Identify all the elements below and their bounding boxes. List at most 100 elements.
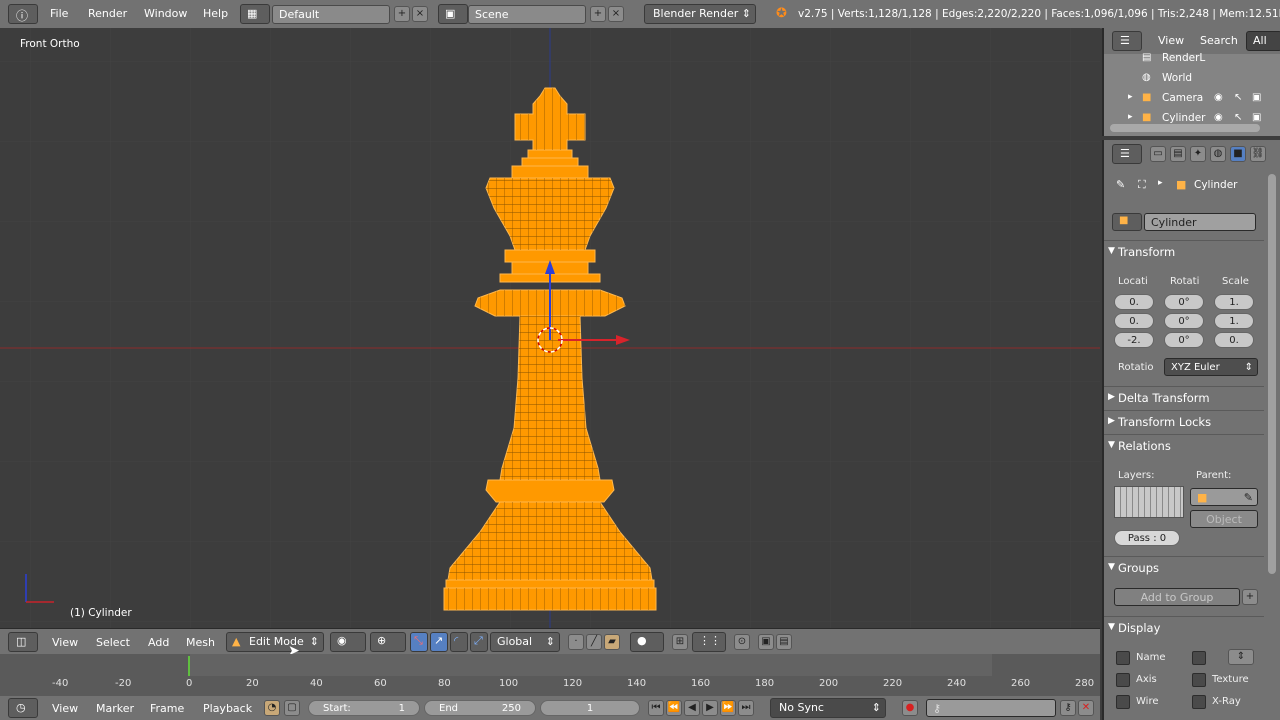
vertex-select-mode-icon[interactable]: · (568, 634, 584, 650)
face-select-mode-icon[interactable]: ▰ (604, 634, 620, 650)
object-browse-button[interactable]: ■ (1112, 213, 1142, 231)
layers-grid[interactable] (1114, 486, 1184, 518)
rotation-y-field[interactable]: 0° (1164, 313, 1204, 329)
relations-panel-header[interactable]: ▼ Relations (1104, 434, 1264, 457)
transform-locks-panel-header[interactable]: ▶ Transform Locks (1104, 410, 1264, 433)
select-menu[interactable]: Select (96, 636, 130, 649)
menu-window[interactable]: Window (144, 7, 187, 20)
snap-element-dropdown[interactable]: ⋮⋮ (692, 632, 726, 652)
add-to-group-button[interactable]: Add to Group (1114, 588, 1240, 606)
viewport-canvas[interactable] (0, 28, 1100, 628)
outliner-item[interactable]: ▤ RenderL (1128, 52, 1278, 70)
menu-render[interactable]: Render (88, 7, 127, 20)
cursor-select-icon[interactable]: ↖ (1234, 92, 1242, 103)
snap-toggle-icon[interactable]: ⊞ (672, 634, 688, 650)
prev-keyframe-icon[interactable]: ⏪ (666, 700, 682, 716)
cursor-select-icon[interactable]: ↖ (1234, 112, 1242, 123)
manipulator-toggle[interactable]: ⤡ (410, 632, 428, 652)
constraints-tab-icon[interactable]: ⛓ (1250, 146, 1266, 162)
display-xray-checkbox[interactable] (1192, 695, 1206, 709)
marker-menu[interactable]: Marker (96, 702, 134, 715)
delta-transform-panel-header[interactable]: ▶ Delta Transform (1104, 386, 1264, 409)
scale-manipulator-button[interactable]: ⤢ (470, 632, 488, 652)
render-engine-dropdown[interactable]: Blender Render ⇕ (644, 4, 756, 24)
rotation-z-field[interactable]: 0° (1164, 332, 1204, 348)
frame-menu[interactable]: Frame (150, 702, 184, 715)
pin-icon[interactable]: ✎ (1116, 178, 1125, 191)
parent-field[interactable]: ■ ✎ (1190, 488, 1258, 506)
menu-help[interactable]: Help (203, 7, 228, 20)
display-axis-checkbox[interactable] (1116, 673, 1130, 687)
edge-select-mode-icon[interactable]: ╱ (586, 634, 602, 650)
rotation-mode-dropdown[interactable]: XYZ Euler ⇕ (1164, 358, 1258, 376)
outliner-search-menu[interactable]: Search (1200, 34, 1238, 47)
eye-icon[interactable]: ◉ (1214, 92, 1223, 103)
timeline-view-menu[interactable]: View (52, 702, 78, 715)
translate-manipulator-button[interactable]: ↗ (430, 632, 448, 652)
display-panel-header[interactable]: ▼ Display (1104, 616, 1264, 639)
timeline-area[interactable]: -40 -20 0 20 40 60 80 100 120 140 160 18… (0, 654, 1100, 696)
pass-index-field[interactable]: Pass : 0 (1114, 530, 1180, 546)
scale-x-field[interactable]: 1. (1214, 294, 1254, 310)
keying-set-field[interactable]: ⚷ (926, 699, 1056, 717)
object-tab-icon[interactable]: ■ (1230, 146, 1246, 162)
next-keyframe-icon[interactable]: ⏩ (720, 700, 736, 716)
location-x-field[interactable]: 0. (1114, 294, 1154, 310)
display-texture-checkbox[interactable] (1192, 673, 1206, 687)
scale-z-field[interactable]: 0. (1214, 332, 1254, 348)
view-menu[interactable]: View (52, 636, 78, 649)
outliner-editor-type-button[interactable]: ☰ (1112, 31, 1142, 51)
object-name-field[interactable]: Cylinder (1144, 213, 1256, 231)
3d-viewport[interactable]: Front Ortho (1) Cylinder (0, 28, 1100, 628)
display-bounds-checkbox[interactable] (1192, 651, 1206, 665)
pivot-point-dropdown[interactable]: ⊕ (370, 632, 406, 652)
render-animation-icon[interactable]: ▤ (776, 634, 792, 650)
delete-keyframe-icon[interactable]: ✕ (1078, 700, 1094, 716)
render-image-icon[interactable]: ▣ (758, 634, 774, 650)
remove-scene-icon[interactable]: × (608, 6, 624, 22)
render-toggle-icon[interactable]: ▣ (1252, 112, 1261, 123)
scene-tab-icon[interactable]: ✦ (1190, 146, 1206, 162)
jump-start-icon[interactable]: ⏮ (648, 700, 664, 716)
opengl-render-icon[interactable]: ⊙ (734, 634, 750, 650)
properties-editor-type-button[interactable]: ☰ (1112, 144, 1142, 164)
parent-type-dropdown[interactable]: Object (1190, 510, 1258, 528)
add-menu[interactable]: Add (148, 636, 169, 649)
current-frame-field[interactable]: 1 (540, 700, 640, 716)
lock-time-icon[interactable]: ▢ (284, 700, 300, 716)
outliner-item[interactable]: ▸ ■ Camera ◉ ↖ ▣ (1128, 92, 1278, 110)
record-icon[interactable]: ● (902, 700, 918, 716)
mode-dropdown[interactable]: ▲ Edit Mode ⇕ (226, 632, 324, 652)
groups-panel-header[interactable]: ▼ Groups (1104, 556, 1264, 579)
viewport-shading-dropdown[interactable]: ◉ (330, 632, 366, 652)
eye-icon[interactable]: ◉ (1214, 112, 1223, 123)
preview-range-icon[interactable]: ◔ (264, 700, 280, 716)
render-tab-icon[interactable]: ▭ (1150, 146, 1166, 162)
jump-end-icon[interactable]: ⏭ (738, 700, 754, 716)
editor-type-button[interactable]: ⓘ (8, 4, 38, 24)
location-y-field[interactable]: 0. (1114, 313, 1154, 329)
outliner-scrollbar[interactable] (1110, 124, 1260, 132)
transform-panel-header[interactable]: ▼ Transform (1104, 240, 1264, 263)
play-reverse-icon[interactable]: ◀ (684, 700, 700, 716)
render-layers-tab-icon[interactable]: ▤ (1170, 146, 1186, 162)
expand-icon[interactable]: ▸ (1128, 112, 1133, 122)
mesh-menu[interactable]: Mesh (186, 636, 215, 649)
scene-icon-button[interactable]: ▣ (438, 4, 468, 24)
start-frame-field[interactable]: Start: 1 (308, 700, 420, 716)
transform-orientation-dropdown[interactable]: Global ⇕ (490, 632, 560, 652)
world-tab-icon[interactable]: ◍ (1210, 146, 1226, 162)
play-icon[interactable]: ▶ (702, 700, 718, 716)
bounds-type-dropdown[interactable]: ⇕ (1228, 649, 1254, 665)
sync-mode-dropdown[interactable]: No Sync ⇕ (770, 698, 886, 718)
outliner-item[interactable]: ◍ World (1128, 72, 1278, 90)
timeline-editor-type-button[interactable]: ◷ (8, 698, 38, 718)
screen-layout-icon-button[interactable]: ▦ (240, 4, 270, 24)
playback-menu[interactable]: Playback (203, 702, 252, 715)
scene-field[interactable]: Scene (468, 5, 586, 24)
outliner-view-menu[interactable]: View (1158, 34, 1184, 47)
expand-icon[interactable]: ▸ (1128, 92, 1133, 102)
properties-scrollbar[interactable] (1268, 174, 1276, 574)
screen-layout-field[interactable]: Default (272, 5, 390, 24)
display-wire-checkbox[interactable] (1116, 695, 1130, 709)
